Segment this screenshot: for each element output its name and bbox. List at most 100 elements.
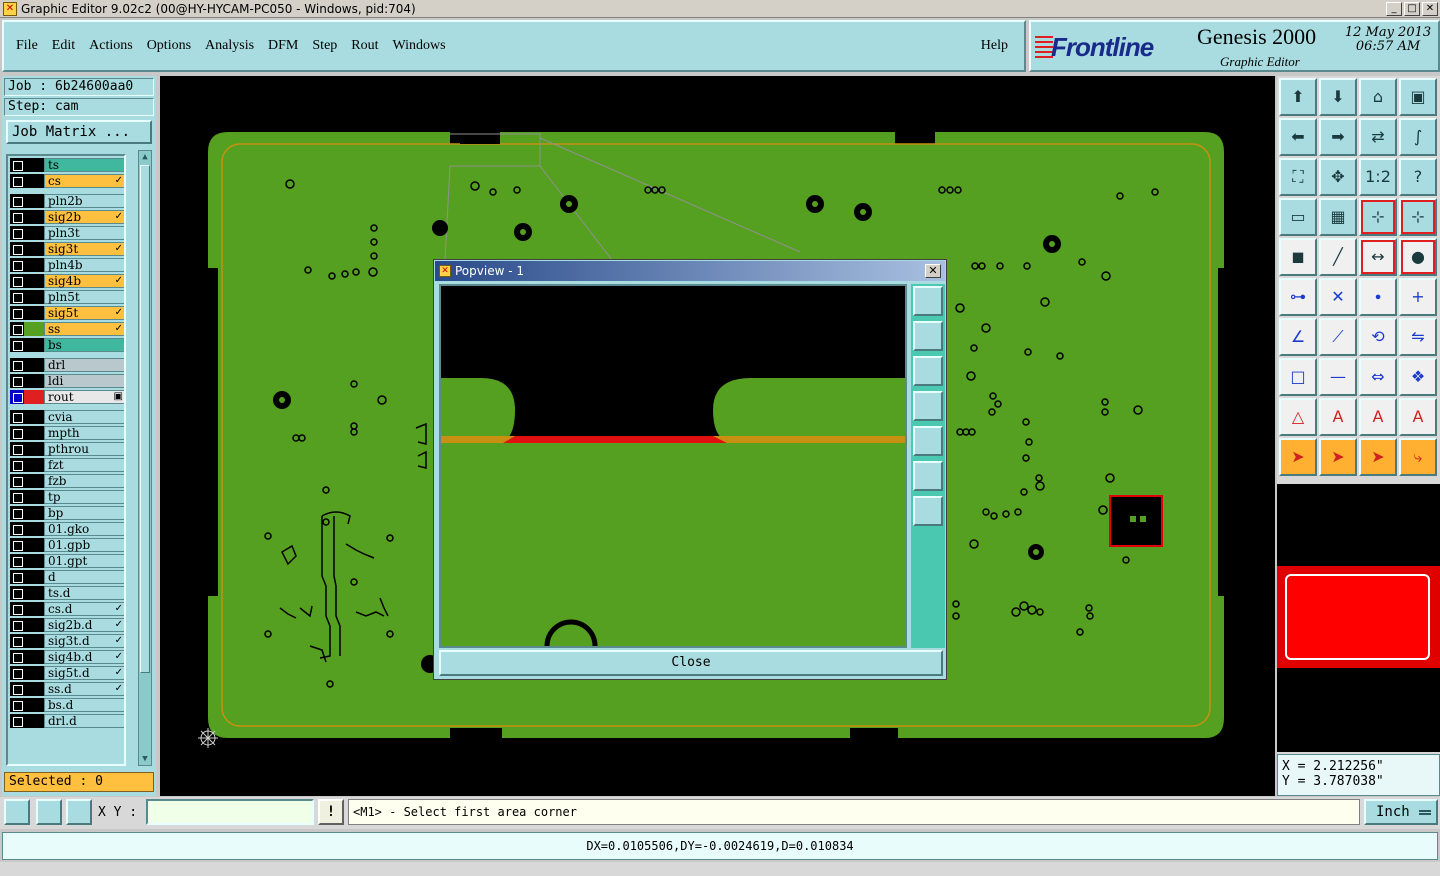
right-icon[interactable]: ➡ [1319, 118, 1357, 156]
layer-row[interactable]: pln5t [10, 290, 124, 304]
layer-row[interactable]: rout ▣ [10, 390, 124, 404]
layer-name[interactable]: pln3t [44, 226, 124, 240]
layer-row[interactable]: bs [10, 338, 124, 352]
left-icon[interactable]: ⬅ [1279, 118, 1317, 156]
layer-row[interactable]: sig3t.d ✓ [10, 634, 124, 648]
pan-up-icon[interactable] [913, 321, 943, 351]
maximize-button[interactable]: □ [1404, 1, 1420, 16]
layer-name[interactable]: 01.gko [44, 522, 124, 536]
layer-checkbox[interactable] [10, 474, 24, 488]
layer-row[interactable]: bp [10, 506, 124, 520]
layer-checkbox[interactable] [10, 242, 24, 256]
help-icon[interactable]: ? [1399, 158, 1437, 196]
layer-checkbox[interactable] [10, 522, 24, 536]
layer-checkbox[interactable] [10, 194, 24, 208]
layer-row[interactable]: 01.gpt [10, 554, 124, 568]
layer-checkbox[interactable] [10, 666, 24, 680]
exclaim-button[interactable]: ! [318, 799, 344, 825]
layer-row[interactable]: sig4b.d ✓ [10, 650, 124, 664]
layer-checkbox[interactable] [10, 714, 24, 728]
layer-name[interactable]: fzb [44, 474, 124, 488]
layer-name[interactable]: drl [44, 358, 124, 372]
layer-row[interactable]: drl.d [10, 714, 124, 728]
connect-icon[interactable]: ⊶ [1279, 278, 1317, 316]
layer-checkbox[interactable] [10, 426, 24, 440]
layer-name[interactable]: sig5t ✓ [44, 306, 124, 320]
popview-titlebar[interactable]: ✕ Popview - 1 ✕ [435, 261, 945, 281]
layer-row[interactable]: drl [10, 358, 124, 372]
layer-checkbox[interactable] [10, 390, 24, 404]
job-matrix-button[interactable]: Job Matrix ... [6, 120, 152, 144]
snap-icon[interactable]: ⊹ [1359, 198, 1397, 236]
layer-row[interactable]: mpth [10, 426, 124, 440]
layer-name[interactable]: d [44, 570, 124, 584]
layer-checkbox[interactable] [10, 258, 24, 272]
layer-scrollbar[interactable]: ▲ ▼ [138, 150, 152, 766]
layer-name[interactable]: drl.d [44, 714, 124, 728]
a3-icon[interactable]: A [1399, 398, 1437, 436]
layer-row[interactable]: sig4b ✓ [10, 274, 124, 288]
triangle-icon[interactable]: △ [1279, 398, 1317, 436]
layer-row[interactable]: cvia [10, 410, 124, 424]
layer-name[interactable]: bp [44, 506, 124, 520]
arc-icon[interactable]: ⟲ [1359, 318, 1397, 356]
minimize-button[interactable]: _ [1386, 1, 1402, 16]
scroll-thumb[interactable] [140, 165, 150, 673]
layer-checkbox[interactable] [10, 682, 24, 696]
pan-left-icon[interactable] [913, 391, 943, 421]
layer-checkbox[interactable] [10, 158, 24, 172]
layer-checkbox[interactable] [10, 358, 24, 372]
group-icon[interactable]: ❖ [1399, 358, 1437, 396]
resize-icon[interactable] [4, 799, 30, 825]
layer-row[interactable]: ss.d ✓ [10, 682, 124, 696]
pan-right-icon[interactable] [913, 426, 943, 456]
layer-name[interactable]: cvia [44, 410, 124, 424]
layer-checkbox[interactable] [10, 210, 24, 224]
layer-checkbox[interactable] [10, 554, 24, 568]
menu-rout[interactable]: Rout [351, 38, 378, 54]
layer-name[interactable]: ts.d [44, 586, 124, 600]
grid-toggle-icon[interactable] [66, 799, 92, 825]
pan-down-icon[interactable] [913, 356, 943, 386]
square-icon[interactable]: □ [1279, 358, 1317, 396]
layer-name[interactable]: sig3t.d ✓ [44, 634, 124, 648]
menu-dfm[interactable]: DFM [268, 38, 298, 54]
cross-icon[interactable]: ✕ [1319, 278, 1357, 316]
a2-icon[interactable]: A [1359, 398, 1397, 436]
layer-name[interactable]: bs [44, 338, 124, 352]
layer-row[interactable]: pln3t [10, 226, 124, 240]
menu-edit[interactable]: Edit [52, 38, 75, 54]
layer-row[interactable]: fzt [10, 458, 124, 472]
layer-row[interactable]: sig2b ✓ [10, 210, 124, 224]
layer-name[interactable]: pln5t [44, 290, 124, 304]
layer-checkbox[interactable] [10, 226, 24, 240]
ruler-icon[interactable]: ▭ [1279, 198, 1317, 236]
layer-name[interactable]: sig4b ✓ [44, 274, 124, 288]
layer-row[interactable]: sig3t ✓ [10, 242, 124, 256]
layer-name[interactable]: cs ✓ [44, 174, 124, 188]
flip-icon[interactable]: ⇋ [1399, 318, 1437, 356]
move-up-icon[interactable]: ⬆ [1279, 78, 1317, 116]
layer-row[interactable]: pln4b [10, 258, 124, 272]
layer-name[interactable]: tp [44, 490, 124, 504]
menu-options[interactable]: Options [147, 38, 191, 54]
home-icon[interactable]: ⌂ [1359, 78, 1397, 116]
angle-tool-icon[interactable] [36, 799, 62, 825]
layer-name[interactable]: pln4b [44, 258, 124, 272]
zoom-fit-icon[interactable]: ⛶ [1279, 158, 1317, 196]
scale-1-2-icon[interactable]: 1:2 [1359, 158, 1397, 196]
layer-row[interactable]: sig5t ✓ [10, 306, 124, 320]
layer-checkbox[interactable] [10, 506, 24, 520]
layer-checkbox[interactable] [10, 698, 24, 712]
layer-name[interactable]: fzt [44, 458, 124, 472]
layer-checkbox[interactable] [10, 650, 24, 664]
xy-input[interactable] [146, 799, 314, 825]
layer-checkbox[interactable] [10, 338, 24, 352]
layer-row[interactable]: ts [10, 158, 124, 172]
layer-checkbox[interactable] [10, 290, 24, 304]
layer-checkbox[interactable] [10, 174, 24, 188]
pointer3-icon[interactable]: ➤ [1359, 438, 1397, 476]
layer-name[interactable]: mpth [44, 426, 124, 440]
layer-row[interactable]: ts.d [10, 586, 124, 600]
zoom-in-icon[interactable] [913, 461, 943, 491]
